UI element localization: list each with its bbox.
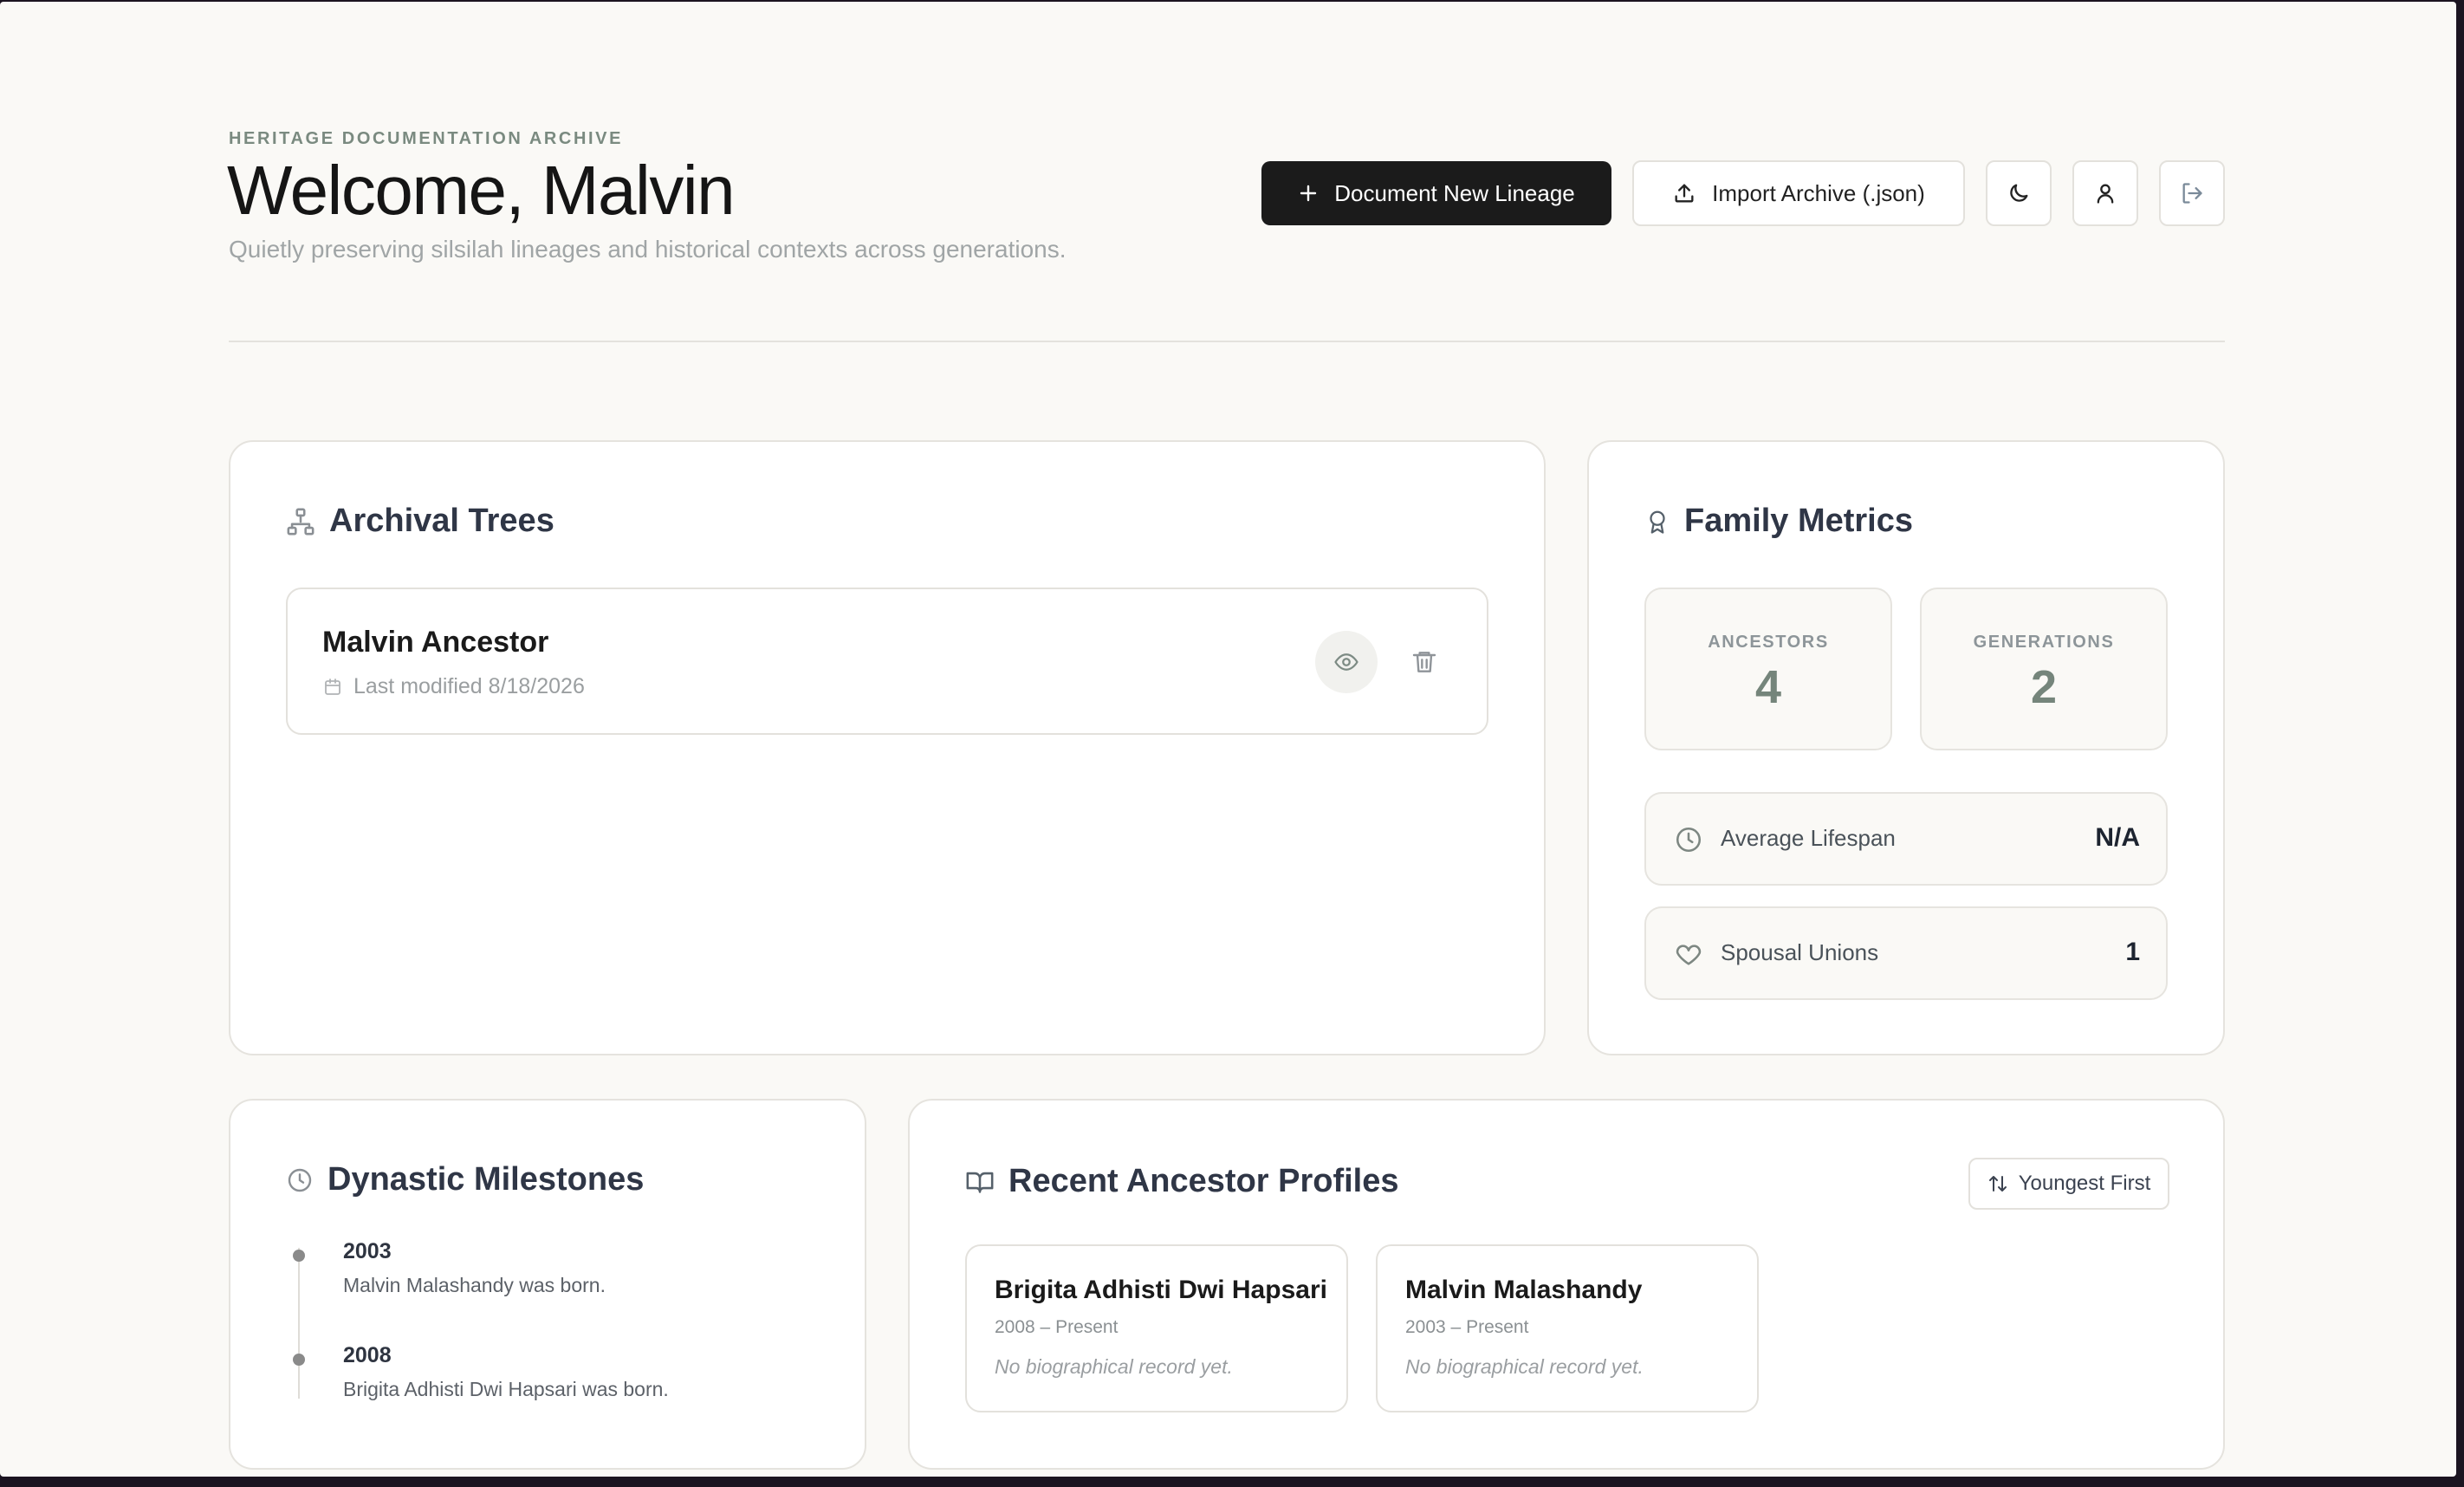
spousal-unions-row: Spousal Unions 1 [1644, 906, 2168, 1000]
page-title: Welcome, Malvin [227, 152, 736, 229]
document-new-lineage-label: Document New Lineage [1334, 179, 1575, 206]
page-subtitle: Quietly preserving silsilah lineages and… [229, 236, 1067, 263]
profile-years: 2003 – Present [1405, 1317, 1529, 1337]
dynastic-milestones-title: Dynastic Milestones [327, 1161, 645, 1198]
profile-years: 2008 – Present [995, 1317, 1119, 1337]
dynastic-milestones-heading: Dynastic Milestones [286, 1161, 644, 1198]
tree-name: Malvin Ancestor [322, 626, 549, 659]
sort-youngest-first-button[interactable]: Youngest First [1968, 1158, 2169, 1210]
average-lifespan-row: Average Lifespan N/A [1644, 792, 2168, 886]
import-archive-button[interactable]: Import Archive (.json) [1632, 160, 1965, 226]
profile-bio: No biographical record yet. [1405, 1355, 1644, 1378]
timeline-dot [293, 1354, 305, 1366]
logout-icon [2182, 183, 2202, 204]
generations-stat-value: 2 [2030, 661, 2058, 713]
recent-profiles-card: Recent Ancestor Profiles Youngest First … [908, 1099, 2225, 1470]
plus-icon [1300, 185, 1317, 202]
ancestor-profile-card[interactable]: Malvin Malashandy 2003 – Present No biog… [1376, 1244, 1759, 1412]
clock-icon [1676, 827, 1702, 853]
document-new-lineage-button[interactable]: Document New Lineage [1261, 161, 1611, 225]
ancestor-profile-card[interactable]: Brigita Adhisti Dwi Hapsari 2008 – Prese… [965, 1244, 1348, 1412]
family-metrics-heading: Family Metrics [1644, 503, 1913, 540]
spousal-unions-value: 1 [2125, 938, 2140, 966]
moon-icon [2010, 184, 2028, 202]
view-tree-button[interactable] [1315, 631, 1378, 693]
timeline-line [298, 1248, 300, 1399]
average-lifespan-label: Average Lifespan [1721, 825, 1896, 851]
sort-label: Youngest First [2018, 1172, 2151, 1195]
import-archive-label: Import Archive (.json) [1712, 179, 1925, 206]
header-divider [229, 341, 2225, 342]
spousal-unions-label: Spousal Unions [1721, 939, 1879, 965]
clock-icon [288, 1168, 312, 1192]
open-book-icon [966, 1172, 994, 1193]
app-page: HERITAGE DOCUMENTATION ARCHIVE Welcome, … [0, 2, 2456, 1477]
trash-icon [1412, 652, 1436, 672]
calendar-icon [325, 678, 340, 695]
ancestors-stat-label: ANCESTORS [1708, 633, 1829, 652]
timeline-dot [293, 1250, 305, 1262]
archival-trees-title: Archival Trees [329, 503, 554, 539]
archival-trees-heading: Archival Trees [286, 503, 554, 540]
ancestors-stat: ANCESTORS 4 [1644, 588, 1892, 750]
recent-profiles-title: Recent Ancestor Profiles [1008, 1163, 1399, 1199]
milestone-year: 2008 [343, 1343, 392, 1367]
archival-trees-card: Archival Trees Malvin Ancestor Last modi… [229, 440, 1546, 1055]
milestone-text: Malvin Malashandy was born. [343, 1274, 606, 1296]
profile-bio: No biographical record yet. [995, 1355, 1233, 1378]
heart-icon [1676, 945, 1702, 965]
generations-stat: GENERATIONS 2 [1920, 588, 2168, 750]
profile-name: Brigita Adhisti Dwi Hapsari [995, 1276, 1327, 1304]
dynastic-milestones-card: Dynastic Milestones 2003 Malvin Malashan… [229, 1099, 866, 1470]
generations-stat-label: GENERATIONS [1973, 633, 2115, 652]
theme-toggle-button[interactable] [1986, 160, 2052, 226]
tree-modified-text: Last modified 8/18/2026 [353, 674, 585, 698]
family-metrics-card: Family Metrics ANCESTORS 4 GENERATIONS 2… [1587, 440, 2225, 1055]
recent-profiles-heading: Recent Ancestor Profiles [965, 1163, 1399, 1200]
tree-item[interactable]: Malvin Ancestor Last modified 8/18/2026 [286, 588, 1488, 735]
award-icon [1650, 510, 1665, 534]
sort-arrows-icon [1988, 1176, 2007, 1192]
user-icon [2097, 184, 2114, 204]
milestone-year: 2003 [343, 1239, 392, 1263]
upload-icon [1675, 184, 1694, 203]
family-metrics-title: Family Metrics [1684, 503, 1913, 539]
ancestors-stat-value: 4 [1754, 661, 1782, 713]
eye-icon [1334, 653, 1358, 671]
profile-button[interactable] [2072, 160, 2138, 226]
logout-button[interactable] [2159, 160, 2225, 226]
tree-structure-icon [287, 508, 314, 535]
average-lifespan-value: N/A [2095, 823, 2140, 852]
profile-name: Malvin Malashandy [1405, 1276, 1643, 1304]
milestone-text: Brigita Adhisti Dwi Hapsari was born. [343, 1378, 669, 1400]
delete-tree-button[interactable] [1402, 640, 1447, 685]
archive-kicker: HERITAGE DOCUMENTATION ARCHIVE [229, 129, 624, 148]
tree-modified: Last modified 8/18/2026 [322, 674, 585, 699]
